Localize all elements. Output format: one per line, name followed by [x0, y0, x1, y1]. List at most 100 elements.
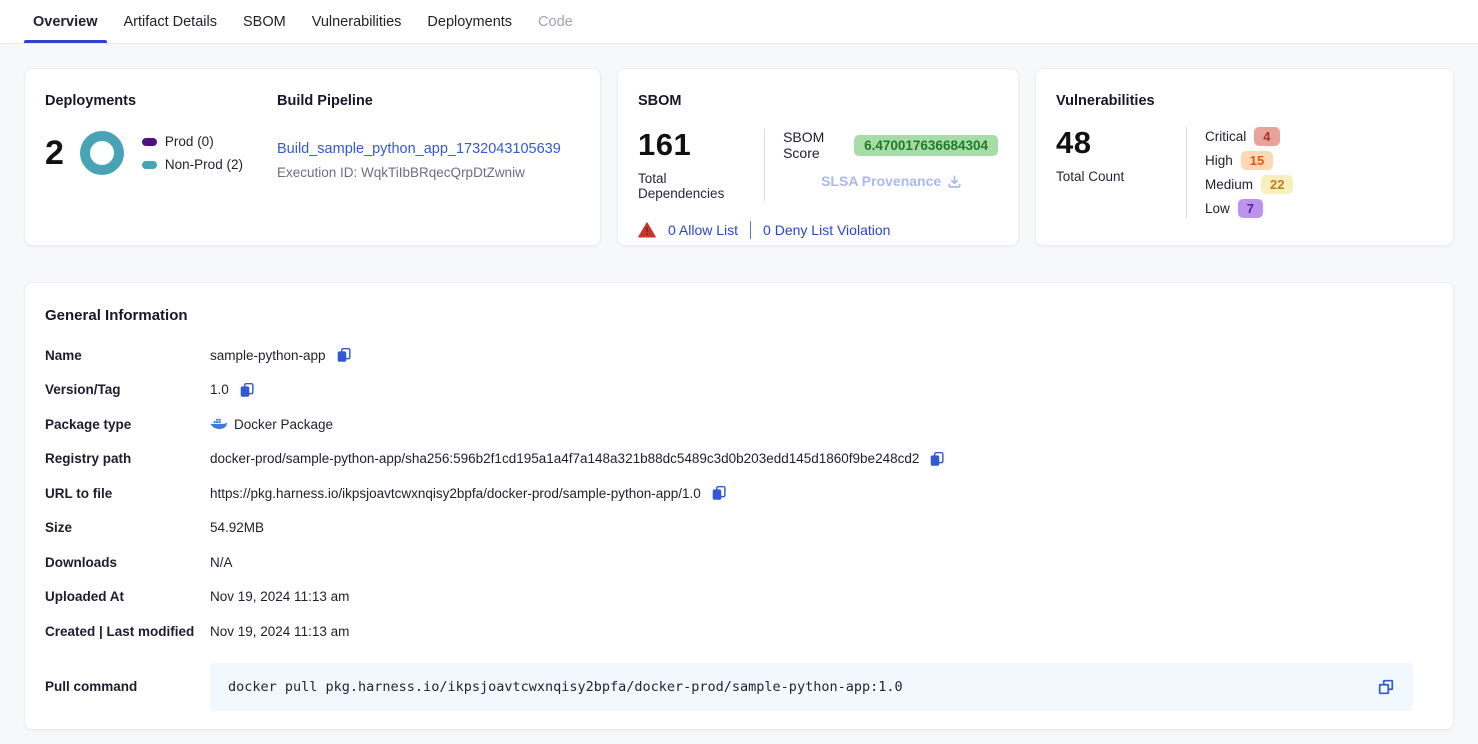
tab-code: Code	[525, 0, 586, 43]
critical-label: Critical	[1205, 129, 1246, 144]
general-information-card: General Information Name sample-python-a…	[24, 282, 1454, 730]
registry-path-value: docker-prod/sample-python-app/sha256:596…	[210, 451, 919, 466]
severity-row-low: Low 7	[1205, 199, 1293, 218]
tab-bar: Overview Artifact Details SBOM Vulnerabi…	[0, 0, 1478, 44]
prod-swatch	[142, 138, 157, 146]
vulnerabilities-card: Vulnerabilities 48 Total Count Critical …	[1035, 68, 1454, 246]
package-type-label: Package type	[45, 417, 210, 432]
deployments-donut-chart	[78, 129, 126, 177]
copy-name-button[interactable]	[335, 346, 353, 364]
deployments-section: Deployments 2 Prod (0) Non-Prod (2)	[45, 93, 277, 225]
uploaded-at-value: Nov 19, 2024 11:13 am	[210, 589, 349, 604]
tab-artifact-details[interactable]: Artifact Details	[111, 0, 230, 43]
severity-row-critical: Critical 4	[1205, 127, 1293, 146]
high-label: High	[1205, 153, 1233, 168]
name-label: Name	[45, 348, 210, 363]
info-row-uploaded-at: Uploaded At Nov 19, 2024 11:13 am	[45, 580, 1433, 615]
deployments-card: Deployments 2 Prod (0) Non-Prod (2)	[24, 68, 601, 246]
slsa-provenance-link[interactable]: SLSA Provenance	[821, 173, 998, 189]
info-row-version: Version/Tag 1.0	[45, 373, 1433, 408]
downloads-value: N/A	[210, 555, 233, 570]
legend-item-nonprod: Non-Prod (2)	[142, 157, 243, 172]
slsa-provenance-label: SLSA Provenance	[821, 173, 941, 189]
vulnerabilities-title: Vulnerabilities	[1056, 93, 1433, 109]
build-pipeline-title: Build Pipeline	[277, 93, 561, 109]
execution-id-text: Execution ID: WqkTiIbBRqecQrpDtZwniw	[277, 165, 561, 180]
sbom-divider	[764, 129, 765, 201]
sbom-card: SBOM 161 Total Dependencies SBOM Score 6…	[617, 68, 1019, 246]
version-label: Version/Tag	[45, 382, 210, 397]
info-row-created-modified: Created | Last modified Nov 19, 2024 11:…	[45, 614, 1433, 649]
build-pipeline-link[interactable]: Build_sample_python_app_1732043105639	[277, 141, 561, 157]
url-to-file-value: https://pkg.harness.io/ikpsjoavtcwxnqisy…	[210, 486, 701, 501]
tab-sbom[interactable]: SBOM	[230, 0, 299, 43]
deployments-legend: Prod (0) Non-Prod (2)	[142, 134, 243, 172]
summary-cards-row: Deployments 2 Prod (0) Non-Prod (2)	[24, 68, 1454, 246]
copy-version-button[interactable]	[238, 381, 256, 399]
links-divider	[750, 221, 751, 239]
size-label: Size	[45, 520, 210, 535]
created-modified-value: Nov 19, 2024 11:13 am	[210, 624, 349, 639]
tab-overview-label: Overview	[33, 14, 98, 30]
registry-path-label: Registry path	[45, 451, 210, 466]
sbom-score-badge: 6.470017636684304	[854, 135, 998, 156]
vulns-total-label: Total Count	[1056, 169, 1168, 184]
deny-list-link[interactable]: 0 Deny List Violation	[763, 222, 890, 238]
low-label: Low	[1205, 201, 1230, 216]
copy-registry-path-button[interactable]	[928, 450, 946, 468]
info-row-name: Name sample-python-app	[45, 338, 1433, 373]
medium-label: Medium	[1205, 177, 1253, 192]
vulns-divider	[1186, 127, 1187, 218]
tab-sbom-label: SBOM	[243, 14, 286, 30]
general-information-rows: Name sample-python-app Version/Tag 1.0	[45, 338, 1433, 711]
pull-command-box: docker pull pkg.harness.io/ikpsjoavtcwxn…	[210, 663, 1413, 711]
sbom-title: SBOM	[638, 93, 998, 109]
tab-artifact-details-label: Artifact Details	[124, 14, 217, 30]
sbom-total-label: Total Dependencies	[638, 171, 746, 201]
vulns-total-block: 48 Total Count	[1056, 125, 1168, 218]
low-count-badge: 7	[1238, 199, 1263, 218]
package-type-value: Docker Package	[234, 417, 333, 432]
medium-count-badge: 22	[1261, 175, 1293, 194]
size-value: 54.92MB	[210, 520, 264, 535]
downloads-label: Downloads	[45, 555, 210, 570]
pull-command-label: Pull command	[45, 679, 210, 694]
sbom-total-count: 161	[638, 127, 746, 163]
tab-vulnerabilities[interactable]: Vulnerabilities	[299, 0, 415, 43]
info-row-downloads: Downloads N/A	[45, 545, 1433, 580]
prod-label: Prod (0)	[165, 134, 214, 149]
docker-whale-icon	[210, 417, 227, 431]
allow-list-link[interactable]: 0 Allow List	[668, 222, 738, 238]
version-value: 1.0	[210, 382, 229, 397]
sbom-score-label: SBOM Score	[783, 129, 844, 161]
uploaded-at-label: Uploaded At	[45, 589, 210, 604]
pull-command-value: docker pull pkg.harness.io/ikpsjoavtcwxn…	[228, 679, 1377, 695]
severity-row-high: High 15	[1205, 151, 1293, 170]
info-row-url: URL to file https://pkg.harness.io/ikpsj…	[45, 476, 1433, 511]
sbom-total-block: 161 Total Dependencies	[638, 127, 746, 201]
tab-vulnerabilities-label: Vulnerabilities	[312, 14, 402, 30]
tab-deployments-label: Deployments	[427, 14, 512, 30]
created-modified-label: Created | Last modified	[45, 624, 210, 639]
warning-triangle-icon	[638, 222, 656, 238]
high-count-badge: 15	[1241, 151, 1273, 170]
severity-row-medium: Medium 22	[1205, 175, 1293, 194]
info-row-pull-command: Pull command docker pull pkg.harness.io/…	[45, 663, 1433, 711]
tab-overview[interactable]: Overview	[20, 0, 111, 43]
name-value: sample-python-app	[210, 348, 326, 363]
info-row-size: Size 54.92MB	[45, 511, 1433, 546]
build-pipeline-section: Build Pipeline Build_sample_python_app_1…	[277, 93, 561, 225]
url-to-file-label: URL to file	[45, 486, 210, 501]
copy-pull-command-button[interactable]	[1377, 678, 1395, 696]
vulns-total-count: 48	[1056, 125, 1168, 161]
copy-url-button[interactable]	[710, 484, 728, 502]
info-row-registry-path: Registry path docker-prod/sample-python-…	[45, 442, 1433, 477]
tab-deployments[interactable]: Deployments	[414, 0, 525, 43]
download-icon	[947, 174, 962, 189]
severity-list: Critical 4 High 15 Medium 22 Low 7	[1205, 125, 1293, 218]
tab-code-label: Code	[538, 14, 573, 30]
nonprod-swatch	[142, 161, 157, 169]
general-information-title: General Information	[45, 307, 1433, 324]
deployments-title: Deployments	[45, 93, 277, 109]
legend-item-prod: Prod (0)	[142, 134, 243, 149]
